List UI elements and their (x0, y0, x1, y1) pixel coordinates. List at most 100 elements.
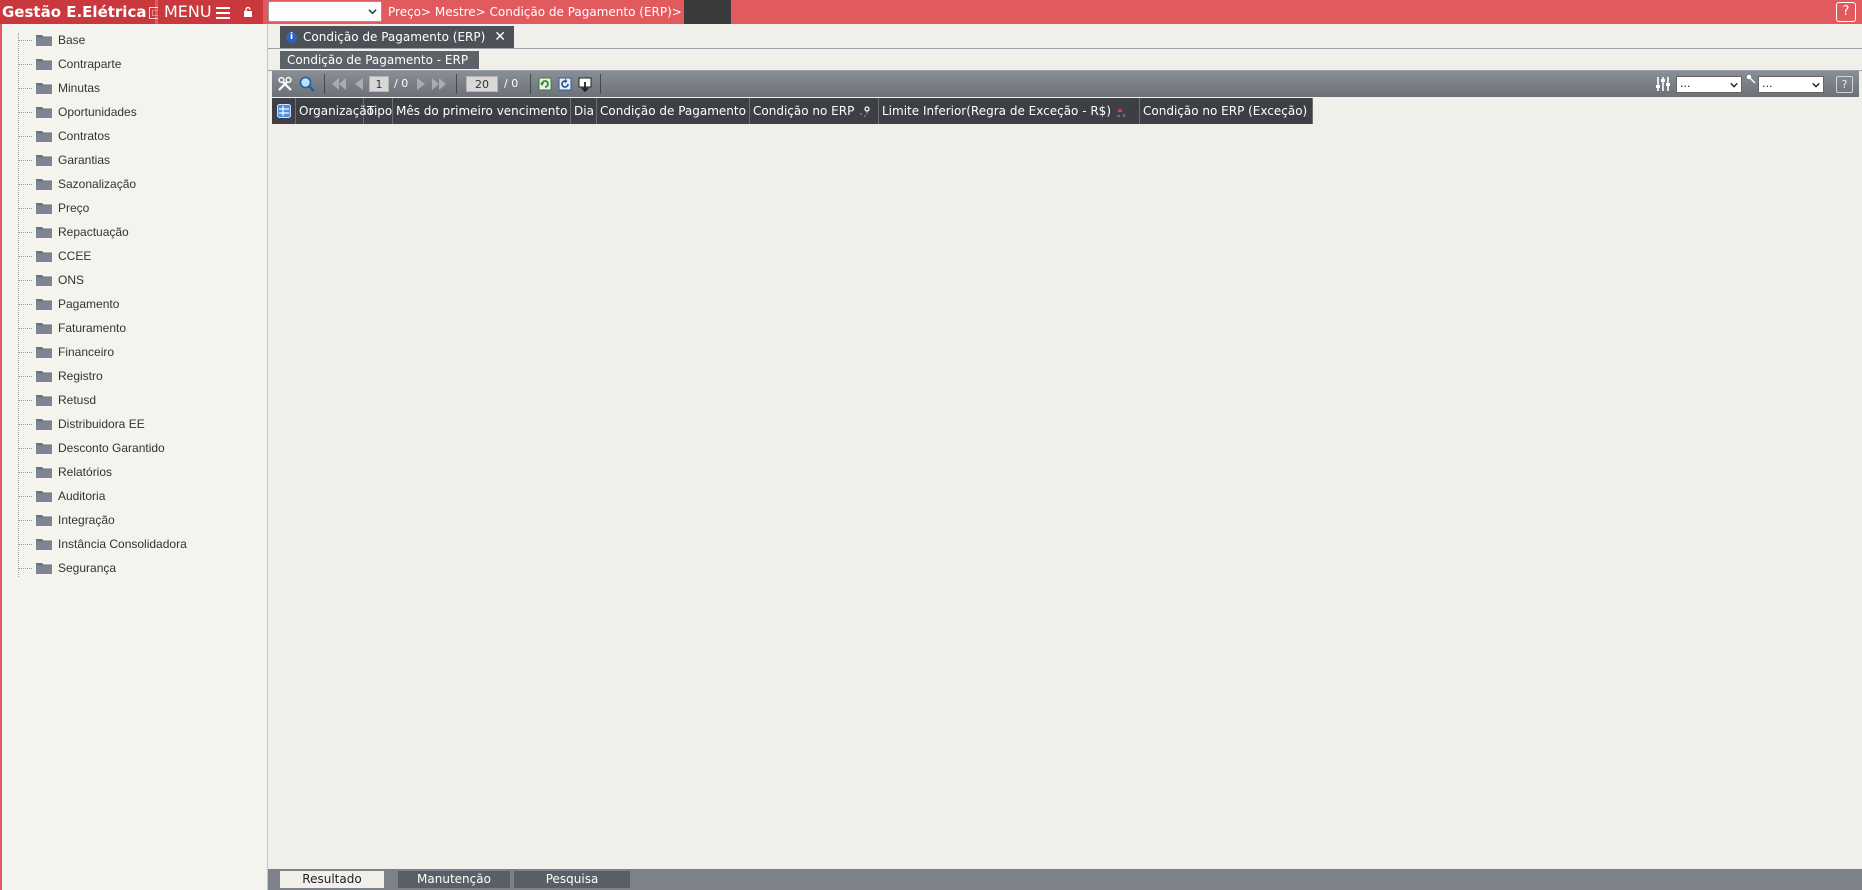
help-button[interactable]: ? (1836, 2, 1856, 22)
folder-icon (36, 371, 52, 382)
sidebar-item-label: Registro (58, 369, 103, 383)
column-header-limite-inferior[interactable]: Limite Inferior(Regra de Exceção - R$) (879, 98, 1140, 124)
sidebar-item-ccee[interactable]: CCEE (18, 244, 258, 268)
sidebar-item-ons[interactable]: ONS (18, 268, 258, 292)
tree-connector (18, 88, 32, 89)
tree-connector (18, 568, 32, 569)
sidebar-item-label: Garantias (58, 153, 111, 167)
sidebar-item-label: CCEE (58, 249, 92, 263)
column-settings-icon[interactable] (1654, 75, 1672, 93)
reload-icon[interactable] (556, 75, 574, 93)
sub-tab-condicao-pagamento[interactable]: Condição de Pagamento - ERP (280, 51, 479, 69)
sidebar-item-registro[interactable]: Registro (18, 364, 258, 388)
close-tab-icon[interactable]: ✕ (494, 26, 506, 48)
column-header-organizacao[interactable]: Organização (296, 98, 374, 124)
folder-icon (36, 131, 52, 142)
refresh-icon[interactable] (536, 75, 554, 93)
sidebar-item-instancia-consolidadora[interactable]: Instância Consolidadora (18, 532, 258, 556)
sidebar-item-base[interactable]: Base (18, 28, 258, 52)
sidebar-item-label: Desconto Garantido (58, 441, 165, 455)
sidebar-item-label: Relatórios (58, 465, 113, 479)
sidebar-item-label: Integração (58, 513, 115, 527)
sidebar-item-integracao[interactable]: Integração (18, 508, 258, 532)
view-select[interactable]: ... (1676, 76, 1742, 93)
previous-page-icon[interactable] (350, 75, 368, 93)
lookup-icon (860, 105, 870, 116)
sidebar-item-relatorios[interactable]: Relatórios (18, 460, 258, 484)
sidebar: Base Contraparte Minutas Oportunidades Contr… (0, 24, 268, 890)
export-icon[interactable] (576, 75, 594, 93)
sidebar-item-repactuacao[interactable]: Repactuação (18, 220, 258, 244)
lock-icon[interactable] (242, 6, 254, 18)
first-page-icon[interactable] (330, 75, 348, 93)
sidebar-item-contratos[interactable]: Contratos (18, 124, 258, 148)
sidebar-item-label: Preço (58, 201, 90, 215)
folder-icon (36, 275, 52, 286)
tab-pesquisa[interactable]: Pesquisa (514, 871, 630, 888)
module-select[interactable] (268, 1, 382, 22)
tree-connector (18, 136, 32, 137)
tab-manutencao[interactable]: Manutenção (398, 871, 510, 888)
sidebar-item-preco[interactable]: Preço (18, 196, 258, 220)
sidebar-item-label: Pagamento (58, 297, 120, 311)
folder-icon (36, 467, 52, 478)
folder-icon (36, 443, 52, 454)
sidebar-item-label: Contratos (58, 129, 111, 143)
folder-icon (36, 35, 52, 46)
sidebar-item-desconto-garantido[interactable]: Desconto Garantido (18, 436, 258, 460)
tree-connector (18, 208, 32, 209)
tab-condicao-pagamento-erp[interactable]: i Condição de Pagamento (ERP) ✕ (280, 26, 514, 48)
breadcrumb[interactable]: Preço> Mestre> Condição de Pagamento (ER… (388, 0, 682, 24)
toolbar-help-button[interactable]: ? (1836, 76, 1853, 93)
separator (324, 74, 325, 94)
column-header-condicao-erp[interactable]: Condição no ERP (750, 98, 879, 124)
view-select-value: ... (1680, 77, 1691, 90)
page-size-input[interactable]: 20 (466, 76, 498, 92)
sidebar-item-label: Auditoria (58, 489, 106, 503)
last-page-icon[interactable] (430, 75, 448, 93)
app-brand[interactable]: Gestão E.Elétrica □ (0, 0, 162, 24)
column-header-condicao-erp-label: Condição no ERP (753, 104, 855, 118)
column-header-tipo[interactable]: Tipo (364, 98, 393, 124)
sidebar-item-contraparte[interactable]: Contraparte (18, 52, 258, 76)
sidebar-item-financeiro[interactable]: Financeiro (18, 340, 258, 364)
folder-icon (36, 347, 52, 358)
folder-icon (36, 491, 52, 502)
column-header-condicao-pagamento[interactable]: Condição de Pagamento (597, 98, 750, 124)
sidebar-item-label: Distribuidora EE (58, 417, 145, 431)
sidebar-item-retusd[interactable]: Retusd (18, 388, 258, 412)
sidebar-item-minutas[interactable]: Minutas (18, 76, 258, 100)
column-header-limite-inferior-label: Limite Inferior(Regra de Exceção - R$) (882, 104, 1111, 118)
sidebar-item-oportunidades[interactable]: Oportunidades (18, 100, 258, 124)
sidebar-item-seguranca[interactable]: Segurança (18, 556, 258, 580)
sidebar-item-label: Financeiro (58, 345, 115, 359)
sidebar-item-label: Sazonalização (58, 177, 137, 191)
column-header-condicao-erp-excecao[interactable]: Condição no ERP (Exceção) (1140, 98, 1313, 124)
sidebar-item-distribuidora-ee[interactable]: Distribuidora EE (18, 412, 258, 436)
sidebar-item-label: Minutas (58, 81, 101, 95)
filter-select[interactable]: ... (1758, 76, 1824, 93)
sidebar-item-auditoria[interactable]: Auditoria (18, 484, 258, 508)
column-header-mes-primeiro-vencimento[interactable]: Mês do primeiro vencimento (393, 98, 571, 124)
search-icon[interactable] (298, 75, 316, 93)
folder-icon (36, 419, 52, 430)
folder-icon (36, 59, 52, 70)
tree-connector (18, 376, 32, 377)
sidebar-item-pagamento[interactable]: Pagamento (18, 292, 258, 316)
tab-resultado[interactable]: Resultado (280, 871, 384, 888)
grid-options-cell[interactable] (272, 98, 296, 124)
info-icon: i (286, 32, 297, 43)
sidebar-item-garantias[interactable]: Garantias (18, 148, 258, 172)
next-page-icon[interactable] (412, 75, 430, 93)
folder-icon (36, 203, 52, 214)
tools-icon[interactable] (276, 75, 294, 93)
sidebar-item-sazonalizacao[interactable]: Sazonalização (18, 172, 258, 196)
column-header-dia[interactable]: Dia (571, 98, 597, 124)
sidebar-item-faturamento[interactable]: Faturamento (18, 316, 258, 340)
tree-connector (18, 400, 32, 401)
chevron-down-icon (368, 9, 377, 15)
folder-icon (36, 251, 52, 262)
page-current-input[interactable]: 1 (369, 76, 389, 92)
record-total: / 0 (504, 77, 519, 90)
tree-connector (18, 232, 32, 233)
